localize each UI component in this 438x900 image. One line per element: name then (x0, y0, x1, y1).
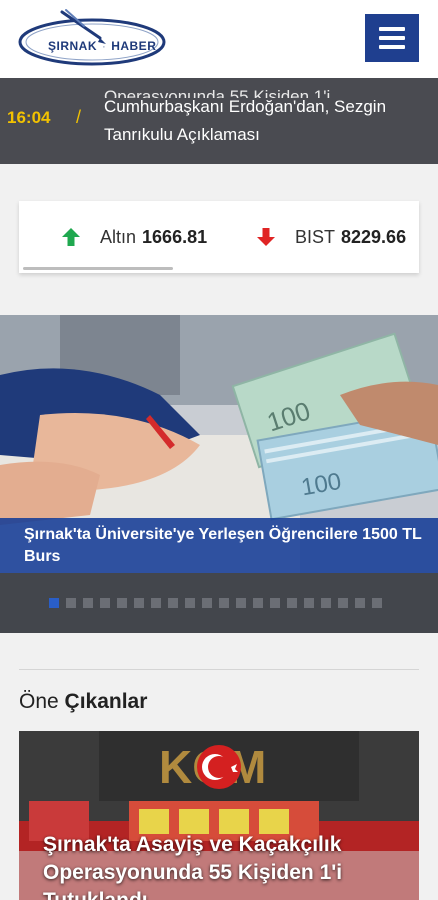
site-logo[interactable]: ŞIRNAK · HABER (14, 8, 170, 70)
slider-dot[interactable] (117, 598, 127, 608)
ticker-time: 16:04 (7, 108, 51, 127)
slider-dot[interactable] (236, 598, 246, 608)
slider-dot[interactable] (168, 598, 178, 608)
market-value: 1666.81 (142, 226, 208, 247)
market-item-gold[interactable]: Altın 1666.81 (60, 225, 207, 249)
app-screen: ŞIRNAK · HABER 16:04 / Operasyonunda 55 … (0, 0, 438, 900)
slide-caption[interactable]: Şırnak'ta Üniversite'ye Yerleşen Öğrenci… (24, 524, 424, 568)
breaking-news-ticker[interactable]: 16:04 / Operasyonunda 55 Kişiden 1'i Cum… (0, 78, 438, 164)
slide-caption-band[interactable]: Şırnak'ta Üniversite'ye Yerleşen Öğrenci… (0, 518, 438, 573)
slider-dot[interactable] (372, 598, 382, 608)
market-item-bist[interactable]: BIST 8229.66 (255, 225, 406, 249)
slider-dot[interactable] (355, 598, 365, 608)
market-label: BIST (295, 226, 336, 247)
slider-dot[interactable] (151, 598, 161, 608)
slider-dot[interactable] (100, 598, 110, 608)
site-header: ŞIRNAK · HABER (0, 0, 438, 78)
slider-dot[interactable] (185, 598, 195, 608)
ticker-separator: / (76, 107, 82, 127)
hamburger-menu-button[interactable] (365, 14, 419, 62)
slider-dot[interactable] (219, 598, 229, 608)
slider-dot[interactable] (304, 598, 314, 608)
arrow-down-icon (257, 228, 275, 246)
section-title-bold: Çıkanlar (64, 690, 148, 713)
slider-dot[interactable] (287, 598, 297, 608)
arrow-up-icon (62, 228, 80, 246)
featured-card-title[interactable]: Şırnak'ta Asayiş ve Kaçakçılık Operasyon… (43, 831, 403, 900)
slider-dot[interactable] (338, 598, 348, 608)
logo-separator: · (98, 39, 111, 53)
slider-dot[interactable] (270, 598, 280, 608)
logo-text: ŞIRNAK · HABER (48, 39, 156, 53)
market-card[interactable]: Altın 1666.81 BIST 8229.66 (19, 201, 419, 273)
ticker-headline[interactable]: Cumhurbaşkanı Erdoğan'dan, Sezgin Tanrık… (104, 93, 424, 149)
slider-dot[interactable] (134, 598, 144, 608)
featured-news-card[interactable]: KOM Şırnak'ta Asayiş ve Kaçakçılık Opera… (19, 731, 419, 900)
market-scrollbar[interactable] (23, 267, 173, 270)
slider-dot[interactable] (321, 598, 331, 608)
market-label: Altın (100, 226, 137, 247)
hamburger-icon-line-2 (379, 36, 405, 40)
logo-suffix: HABER (111, 39, 157, 53)
slider-dot[interactable] (66, 598, 76, 608)
market-value: 8229.66 (341, 226, 407, 247)
slider-pagination (49, 598, 382, 608)
slider-dot[interactable] (83, 598, 93, 608)
slider-dot[interactable] (253, 598, 263, 608)
hamburger-icon (379, 27, 405, 31)
section-divider (19, 669, 419, 670)
headline-slider[interactable]: 100 100 Şırnak'ta Üniversite'ye Yerleşen… (0, 315, 438, 633)
slider-dot[interactable] (202, 598, 212, 608)
section-title: Öne Çıkanlar (19, 690, 147, 714)
logo-name: ŞIRNAK (48, 39, 98, 53)
featured-section: Öne Çıkanlar KOM Şırnak'ta Asayiş ve (0, 633, 438, 900)
hamburger-icon-line-3 (379, 45, 405, 49)
section-title-regular: Öne (19, 690, 65, 713)
slider-dot[interactable] (49, 598, 59, 608)
